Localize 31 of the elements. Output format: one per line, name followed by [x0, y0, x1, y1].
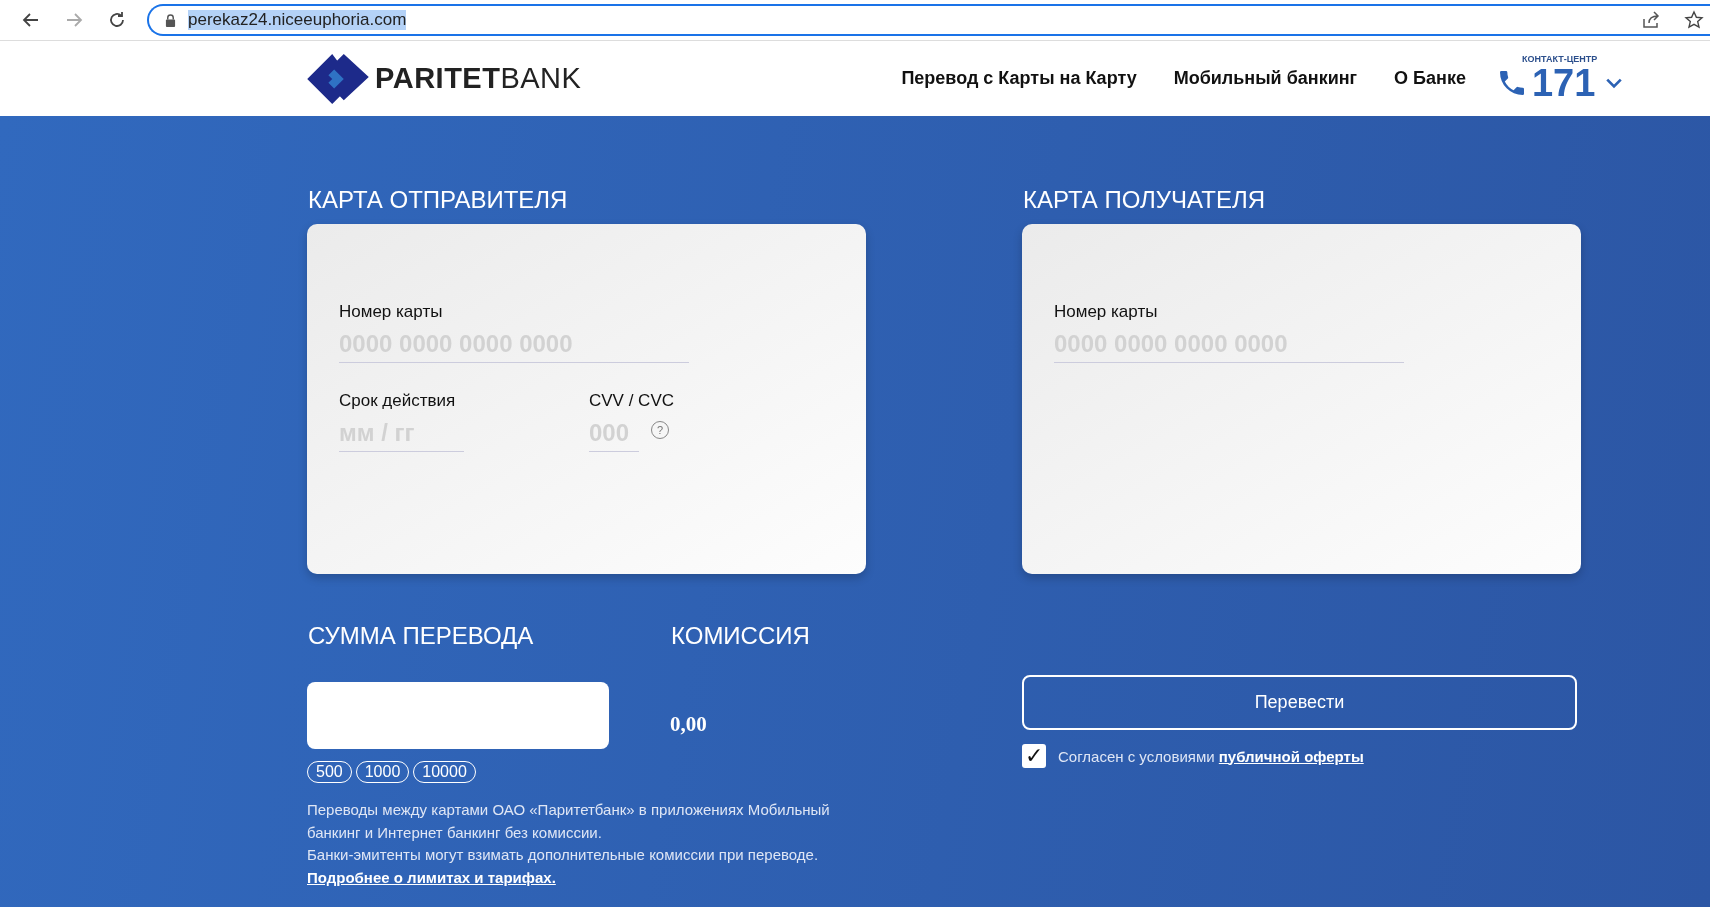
- section-title: КОМИССИЯ: [671, 622, 810, 650]
- section-title: СУММА ПЕРЕВОДА: [308, 622, 535, 650]
- field-label: CVV / CVC: [589, 391, 676, 411]
- commission-value: 0,00: [670, 712, 708, 737]
- offer-link[interactable]: публичной оферты: [1218, 747, 1364, 765]
- amount-field[interactable]: [307, 682, 609, 749]
- phone-number[interactable]: 171: [1531, 63, 1596, 102]
- field-label: Срок действия: [339, 391, 457, 411]
- star-icon[interactable]: [1684, 10, 1704, 30]
- address-bar[interactable]: perekaz24.niceeuphoria.com: [147, 4, 1710, 36]
- share-icon[interactable]: [1641, 10, 1661, 30]
- lock-icon[interactable]: [165, 13, 176, 27]
- nav-link[interactable]: Мобильный банкинг: [1173, 68, 1358, 89]
- logo-icon[interactable]: [307, 53, 369, 104]
- url-text: perekaz24.niceeuphoria.com: [188, 10, 407, 30]
- section-title: КАРТА ОТПРАВИТЕЛЯ: [308, 186, 569, 214]
- section-title: КАРТА ПОЛУЧАТЕЛЯ: [1023, 186, 1266, 214]
- transfer-button[interactable]: Перевести: [1022, 675, 1577, 730]
- nav-link[interactable]: О Банке: [1394, 68, 1466, 89]
- limits-link[interactable]: Подробнее о лимитах и тарифах.: [307, 866, 556, 889]
- nav-link[interactable]: Перевод с Карты на Карту: [901, 68, 1137, 89]
- field-label: Номер карты: [339, 302, 443, 322]
- contact-label: КОНТАКТ-ЦЕНТР: [1522, 53, 1598, 64]
- reload-icon[interactable]: [107, 10, 127, 30]
- info-text: Банки-эмитенты могут взимать дополнительные комиссии при переводе.: [307, 845, 820, 865]
- logo-text[interactable]: PARITETBANK: [375, 62, 582, 95]
- info-text: Переводы между картами ОАО «Паритетбанк» в приложениях Мобильный банкинг и Интернет банкинг без комиссии.: [307, 800, 831, 843]
- agreement-checkbox[interactable]: ✓: [1022, 744, 1046, 768]
- field-label: Номер карты: [1054, 302, 1158, 322]
- chevron-down-icon[interactable]: [1605, 76, 1624, 89]
- agreement-text: Согласен с условиями публичной оферты: [1058, 747, 1364, 765]
